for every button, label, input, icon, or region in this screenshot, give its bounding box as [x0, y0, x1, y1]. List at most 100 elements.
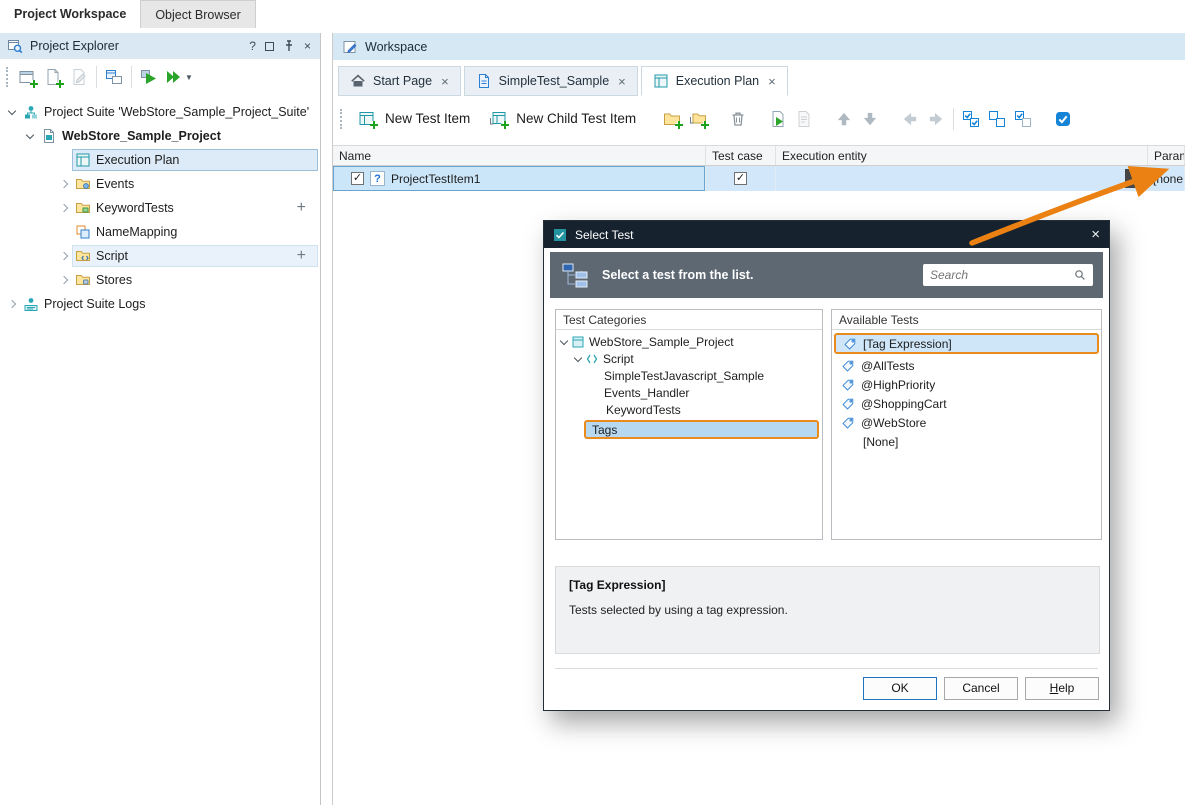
- help-icon[interactable]: ?: [249, 39, 256, 53]
- close-tab-icon[interactable]: ×: [441, 74, 449, 89]
- browse-test-button[interactable]: …: [1125, 169, 1145, 188]
- test-case-checkbox[interactable]: ✓: [734, 172, 747, 185]
- search-input[interactable]: [930, 268, 1070, 282]
- test-item-name: ProjectTestItem1: [391, 172, 480, 186]
- doc-tab-start-page[interactable]: Start Page ×: [338, 66, 461, 96]
- organize-tests-button[interactable]: [101, 63, 127, 91]
- available-test-shoppingcart[interactable]: @ShoppingCart: [832, 394, 1101, 413]
- execution-plan-icon: [75, 152, 91, 168]
- close-tab-icon[interactable]: ×: [618, 74, 626, 89]
- chevron-right-icon[interactable]: [8, 300, 16, 308]
- tab-object-browser[interactable]: Object Browser: [140, 0, 255, 28]
- add-project-item-button[interactable]: [40, 63, 66, 91]
- column-header-parameters[interactable]: Param: [1148, 146, 1185, 165]
- move-up-button[interactable]: [831, 105, 857, 133]
- doc-tab-execution-plan[interactable]: Execution Plan ×: [641, 66, 788, 96]
- available-test-none[interactable]: [None]: [832, 432, 1101, 451]
- toolbar-grip[interactable]: [340, 109, 343, 129]
- column-header-name[interactable]: Name: [333, 146, 706, 165]
- available-test-highpriority[interactable]: @HighPriority: [832, 375, 1101, 394]
- tab-project-workspace[interactable]: Project Workspace: [0, 0, 140, 28]
- ok-button[interactable]: OK: [863, 677, 937, 700]
- available-test-label: [Tag Expression]: [863, 337, 952, 351]
- move-down-button[interactable]: [857, 105, 883, 133]
- toolbar-grip[interactable]: [6, 67, 9, 87]
- chevron-right-icon[interactable]: [60, 276, 68, 284]
- category-item-tags[interactable]: Tags: [584, 420, 819, 439]
- category-item-keywordtests[interactable]: KeywordTests: [556, 401, 822, 418]
- tree-item-execution-plan[interactable]: Execution Plan: [0, 148, 320, 172]
- uncheck-all-button[interactable]: [984, 105, 1010, 133]
- edit-item-button[interactable]: [66, 63, 92, 91]
- category-label: Tags: [592, 423, 617, 437]
- search-icon[interactable]: [1074, 269, 1086, 281]
- project-explorer-title: Project Explorer: [30, 39, 242, 53]
- test-categories-box: Test Categories WebStore_Sample_Project …: [555, 309, 823, 540]
- tree-item-project[interactable]: WebStore_Sample_Project: [0, 124, 320, 148]
- new-child-folder-button[interactable]: [685, 105, 711, 133]
- chevron-down-icon[interactable]: [574, 353, 582, 361]
- test-item-row[interactable]: ✓ ? ProjectTestItem1 ✓ … [none: [333, 166, 1185, 191]
- category-item-simpletest[interactable]: SimpleTestJavascript_Sample: [556, 367, 822, 384]
- run-project-suite-button[interactable]: ▼: [162, 63, 196, 91]
- cell-execution-entity[interactable]: …: [776, 166, 1148, 191]
- row-enabled-checkbox[interactable]: ✓: [351, 172, 364, 185]
- doc-tab-label: Execution Plan: [676, 74, 759, 88]
- add-keywordtest-button[interactable]: +: [297, 200, 313, 216]
- run-selected-button[interactable]: [765, 105, 791, 133]
- run-project-button[interactable]: [136, 63, 162, 91]
- available-test-alltests[interactable]: @AllTests: [832, 356, 1101, 375]
- cell-parameters[interactable]: [none: [1148, 166, 1185, 191]
- chevron-right-icon[interactable]: [60, 204, 68, 212]
- doc-tab-simpletest-sample[interactable]: SimpleTest_Sample ×: [464, 66, 638, 96]
- chevron-down-icon[interactable]: [560, 336, 568, 344]
- move-left-button[interactable]: [897, 105, 923, 133]
- close-icon[interactable]: ×: [1091, 227, 1100, 242]
- column-header-test-case[interactable]: Test case: [706, 146, 776, 165]
- chevron-down-icon[interactable]: [8, 107, 16, 115]
- add-project-suite-button[interactable]: [14, 63, 40, 91]
- cancel-button[interactable]: Cancel: [944, 677, 1018, 700]
- report-button[interactable]: [791, 105, 817, 133]
- category-item-script[interactable]: Script: [556, 350, 822, 367]
- category-item-events-handler[interactable]: Events_Handler: [556, 384, 822, 401]
- check-all-icon: [962, 110, 980, 128]
- available-test-label: @AllTests: [861, 359, 915, 373]
- tree-item-project-suite[interactable]: Project Suite 'WebStore_Sample_Project_S…: [0, 100, 320, 124]
- available-test-webstore[interactable]: @WebStore: [832, 413, 1101, 432]
- tree-item-events[interactable]: Events: [0, 172, 320, 196]
- dialog-titlebar[interactable]: Select Test ×: [544, 221, 1109, 248]
- move-up-icon: [835, 110, 853, 128]
- move-right-button[interactable]: [923, 105, 949, 133]
- chevron-right-icon[interactable]: [60, 252, 68, 260]
- tree-item-namemapping[interactable]: NameMapping: [0, 220, 320, 244]
- category-label: KeywordTests: [606, 403, 681, 417]
- column-header-execution-entity[interactable]: Execution entity: [776, 146, 1148, 165]
- tree-item-keywordtests[interactable]: KeywordTests +: [0, 196, 320, 220]
- close-icon[interactable]: ×: [304, 39, 311, 53]
- help-button[interactable]: Help: [1025, 677, 1099, 700]
- new-folder-button[interactable]: [659, 105, 685, 133]
- available-test-tag-expression[interactable]: [Tag Expression]: [834, 333, 1099, 354]
- tree-item-stores[interactable]: Stores: [0, 268, 320, 292]
- invert-check-button[interactable]: [1010, 105, 1036, 133]
- tree-item-script[interactable]: Script +: [0, 244, 320, 268]
- delete-button[interactable]: [725, 105, 751, 133]
- check-all-button[interactable]: [958, 105, 984, 133]
- new-test-item-button[interactable]: New Test Item: [348, 103, 479, 135]
- pin-icon[interactable]: [283, 40, 295, 52]
- category-item-project[interactable]: WebStore_Sample_Project: [556, 333, 822, 350]
- dialog-separator: [555, 668, 1098, 669]
- close-tab-icon[interactable]: ×: [768, 74, 776, 89]
- project-explorer-header: Project Explorer ? ×: [0, 33, 320, 59]
- events-folder-icon: [75, 176, 91, 192]
- project-explorer-icon: [7, 38, 23, 54]
- enable-all-button[interactable]: [1050, 105, 1076, 133]
- chevron-right-icon[interactable]: [60, 180, 68, 188]
- new-child-test-item-button[interactable]: New Child Test Item: [479, 103, 645, 135]
- add-script-button[interactable]: +: [297, 248, 313, 264]
- maximize-icon[interactable]: [265, 42, 274, 51]
- toolbar-separator: [131, 66, 132, 88]
- chevron-down-icon[interactable]: [26, 131, 34, 139]
- tree-item-project-suite-logs[interactable]: Project Suite Logs: [0, 292, 320, 316]
